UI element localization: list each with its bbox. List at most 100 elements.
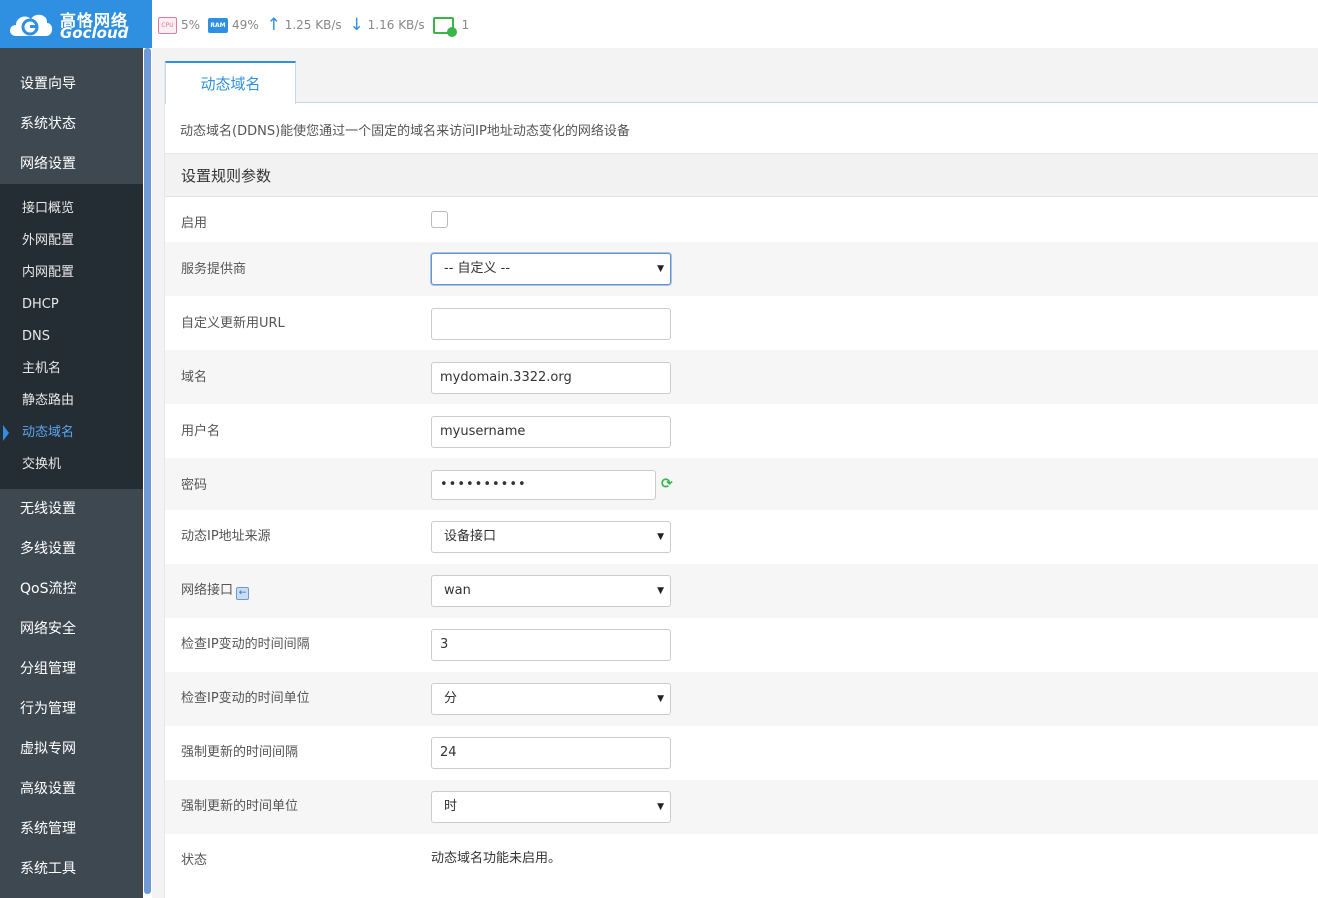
chevron-down-icon: ▼ (657, 532, 664, 542)
upload-stat: ↑ 1.25 KB/s (267, 15, 342, 35)
download-stat: ↓ 1.16 KB/s (350, 15, 425, 35)
interface-label: 网络接口 ← (181, 579, 250, 600)
devices-stat: 1 (432, 16, 470, 37)
sidebar-scrollbar[interactable] (143, 48, 152, 898)
force-unit-select[interactable]: 时 ▼ (431, 791, 671, 823)
row-ip-source: 动态IP地址来源 设备接口 ▼ (165, 510, 1318, 564)
nav-interface-overview[interactable]: 接口概览 (0, 193, 143, 225)
check-unit-label: 检查IP变动的时间单位 (181, 691, 310, 706)
force-unit-value: 时 (444, 799, 458, 814)
nav-wan-config[interactable]: 外网配置 (0, 225, 143, 257)
nav-wireless[interactable]: 无线设置 (0, 489, 143, 529)
row-domain: 域名 mydomain.3322.org (165, 350, 1318, 404)
nav-network-settings[interactable]: 网络设置 (0, 144, 143, 184)
check-unit-value: 分 (444, 691, 458, 706)
top-bar: 高恪网络 Gocloud CPU 5% RAM 49% ↑ 1.25 KB/s … (0, 0, 1318, 48)
interface-select[interactable]: wan ▼ (431, 575, 671, 607)
nav-lan-config[interactable]: 内网配置 (0, 257, 143, 289)
password-input[interactable]: •••••••••• (431, 470, 656, 500)
interface-value: wan (444, 583, 471, 598)
ip-source-value: 设备接口 (444, 529, 497, 544)
username-input[interactable]: myusername (431, 416, 671, 448)
status-text: 动态域名功能未启用。 (431, 851, 562, 866)
username-label: 用户名 (181, 424, 221, 439)
monitor-check-icon (432, 16, 457, 37)
row-check-interval: 检查IP变动的时间间隔 3 (165, 618, 1318, 672)
row-force-unit: 强制更新的时间单位 时 ▼ (165, 780, 1318, 834)
interface-label-text: 网络接口 (181, 583, 234, 598)
force-interval-label: 强制更新的时间间隔 (181, 745, 299, 760)
network-submenu: 接口概览 外网配置 内网配置 DHCP DNS 主机名 静态路由 动态域名 交换… (0, 184, 143, 489)
row-interface: 网络接口 ← wan ▼ (165, 564, 1318, 618)
brand-logo[interactable]: 高恪网络 Gocloud (0, 0, 152, 48)
nav-multiwan[interactable]: 多线设置 (0, 529, 143, 569)
download-value: 1.16 KB/s (367, 18, 425, 32)
tab-ddns[interactable]: 动态域名 (165, 61, 296, 104)
nav-group-management[interactable]: 分组管理 (0, 649, 143, 689)
nav-system-management[interactable]: 系统管理 (0, 809, 143, 849)
cpu-value: 5% (181, 18, 201, 32)
row-enable: 启用 (165, 198, 1318, 242)
status-stats: CPU 5% RAM 49% ↑ 1.25 KB/s ↓ 1.16 KB/s 1 (158, 15, 477, 37)
nav-setup-wizard[interactable]: 设置向导 (0, 64, 143, 104)
enable-checkbox[interactable] (431, 211, 448, 228)
ddns-panel: 动态域名 动态域名(DDNS)能使您通过一个固定的域名来访问IP地址动态变化的网… (164, 61, 1318, 898)
sidebar: 设置向导 系统状态 网络设置 接口概览 外网配置 内网配置 DHCP DNS 主… (0, 48, 143, 898)
check-interval-input[interactable]: 3 (431, 629, 671, 661)
domain-input[interactable]: mydomain.3322.org (431, 362, 671, 394)
provider-value: -- 自定义 -- (444, 261, 511, 276)
check-unit-select[interactable]: 分 ▼ (431, 683, 671, 715)
upload-arrow-icon: ↑ (266, 15, 281, 35)
chevron-down-icon: ▼ (657, 802, 664, 812)
custom-url-input[interactable] (431, 308, 671, 340)
enable-label: 启用 (181, 216, 208, 231)
nav-dhcp[interactable]: DHCP (0, 289, 143, 321)
refresh-icon[interactable]: ⟳ (661, 476, 673, 492)
nav-hostname[interactable]: 主机名 (0, 353, 143, 385)
nav-vpn[interactable]: 虚拟专网 (0, 729, 143, 769)
custom-url-label: 自定义更新用URL (181, 316, 285, 331)
row-check-unit: 检查IP变动的时间单位 分 ▼ (165, 672, 1318, 726)
password-label: 密码 (181, 478, 208, 493)
ip-source-select[interactable]: 设备接口 ▼ (431, 521, 671, 553)
chevron-down-icon: ▼ (657, 694, 664, 704)
check-interval-label: 检查IP变动的时间间隔 (181, 637, 310, 652)
devices-value: 1 (461, 18, 470, 32)
domain-label: 域名 (181, 370, 208, 385)
page-description: 动态域名(DDNS)能使您通过一个固定的域名来访问IP地址动态变化的网络设备 (180, 124, 630, 139)
force-interval-input[interactable]: 24 (431, 737, 671, 769)
status-label: 状态 (181, 853, 208, 868)
nav-system-tools[interactable]: 系统工具 (0, 849, 143, 889)
back-arrow-icon[interactable]: ← (236, 587, 250, 600)
main-content: 动态域名 动态域名(DDNS)能使您通过一个固定的域名来访问IP地址动态变化的网… (152, 48, 1318, 898)
download-arrow-icon: ↓ (349, 15, 364, 35)
nav-static-route[interactable]: 静态路由 (0, 385, 143, 417)
tab-bar: 动态域名 (165, 61, 1318, 104)
password-control: •••••••••• ⟳ (431, 470, 691, 500)
row-status: 状态 动态域名功能未启用。 (165, 834, 1318, 888)
chevron-down-icon: ▼ (657, 264, 664, 274)
brand-name-en: Gocloud (60, 24, 129, 42)
upload-value: 1.25 KB/s (284, 18, 342, 32)
ram-value: 49% (232, 18, 259, 32)
provider-label: 服务提供商 (181, 262, 247, 277)
cloud-logo-icon (10, 14, 53, 36)
nav-switch[interactable]: 交换机 (0, 449, 143, 481)
force-unit-label: 强制更新的时间单位 (181, 799, 299, 814)
row-provider: 服务提供商 -- 自定义 -- ▼ (165, 242, 1318, 296)
nav-advanced[interactable]: 高级设置 (0, 769, 143, 809)
nav-dns[interactable]: DNS (0, 321, 143, 353)
nav-network-security[interactable]: 网络安全 (0, 609, 143, 649)
nav-system-status[interactable]: 系统状态 (0, 104, 143, 144)
cpu-stat: CPU 5% (158, 16, 201, 34)
chevron-down-icon: ▼ (657, 586, 664, 596)
section-title: 设置规则参数 (165, 153, 1318, 197)
cpu-icon: CPU (158, 16, 177, 34)
nav-ddns[interactable]: 动态域名 (0, 417, 143, 449)
provider-select[interactable]: -- 自定义 -- ▼ (431, 253, 671, 285)
ip-source-label: 动态IP地址来源 (181, 529, 271, 544)
row-username: 用户名 myusername (165, 404, 1318, 458)
nav-behavior-management[interactable]: 行为管理 (0, 689, 143, 729)
nav-qos[interactable]: QoS流控 (0, 569, 143, 609)
row-force-interval: 强制更新的时间间隔 24 (165, 726, 1318, 780)
